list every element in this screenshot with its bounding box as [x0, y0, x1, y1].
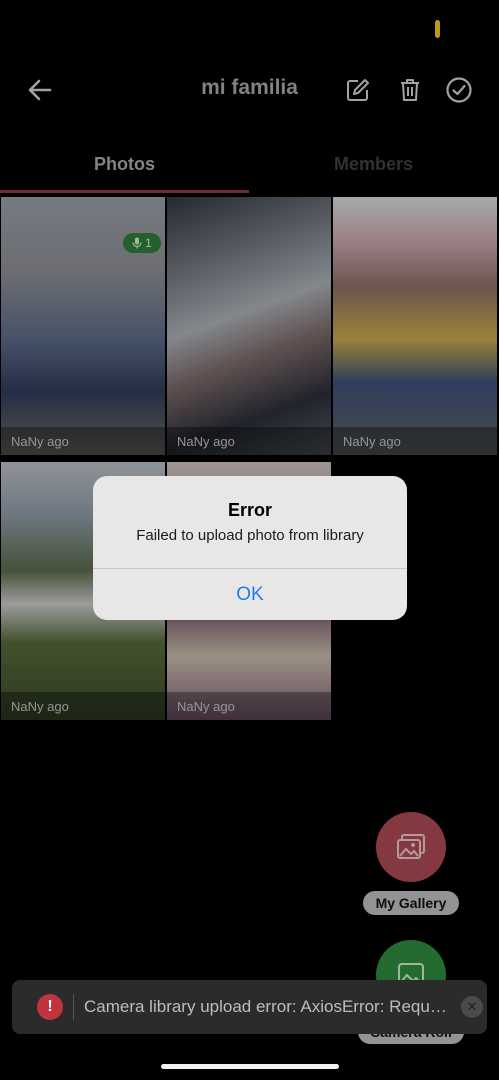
toast-divider: [73, 994, 74, 1020]
exclamation-icon: !: [37, 994, 63, 1020]
alert-ok-button[interactable]: OK: [93, 569, 407, 620]
toast-message: Camera library upload error: AxiosError:…: [84, 997, 456, 1016]
home-indicator[interactable]: [161, 1064, 339, 1069]
error-alert: Error Failed to upload photo from librar…: [93, 476, 407, 620]
alert-title: Error: [227, 500, 272, 520]
alert-message: Failed to upload photo from library: [136, 527, 364, 544]
close-icon[interactable]: ✕: [461, 996, 483, 1018]
error-toast[interactable]: ! Camera library upload error: AxiosErro…: [12, 980, 487, 1034]
